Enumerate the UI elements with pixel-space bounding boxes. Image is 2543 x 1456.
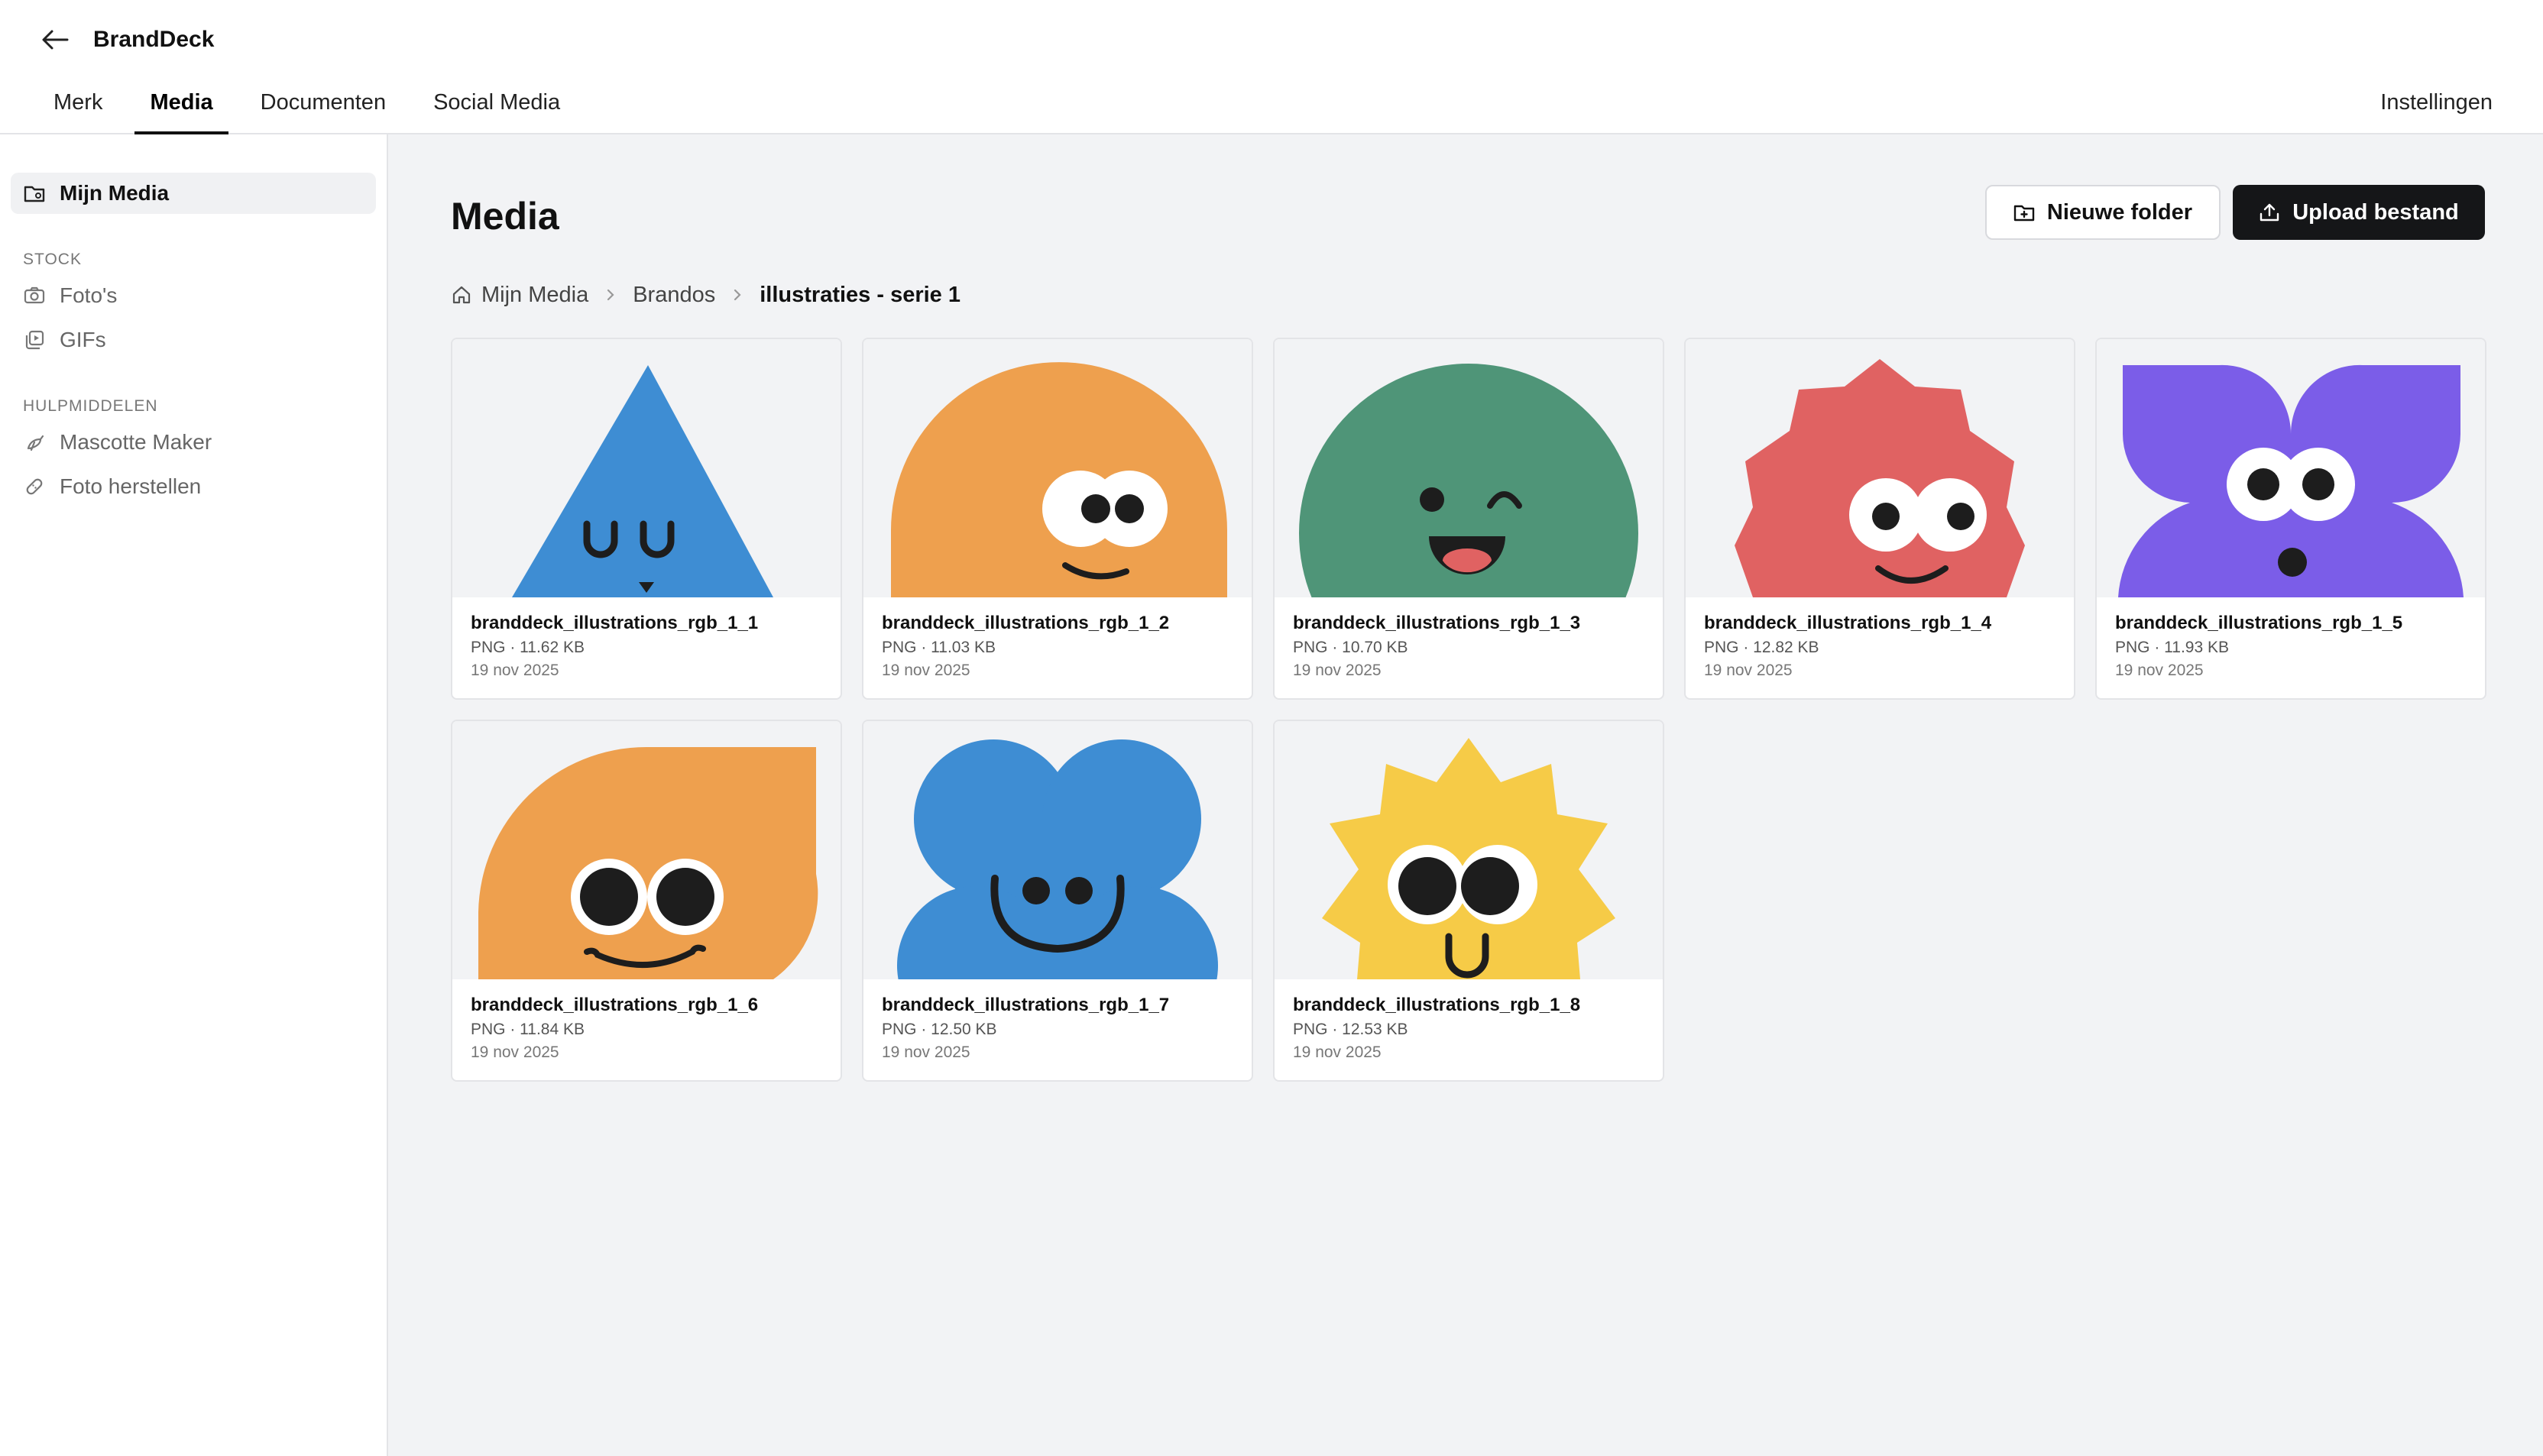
file-card[interactable]: branddeck_illustrations_rgb_1_4 PNG · 12…	[1684, 338, 2075, 700]
upload-label: Upload bestand	[2292, 199, 2459, 225]
file-meta: PNG · 11.93 KB	[2115, 639, 2230, 656]
file-card[interactable]: branddeck_illustrations_rgb_1_2 PNG · 11…	[862, 338, 1253, 700]
chevron-right-icon	[605, 287, 616, 303]
new-folder-button[interactable]: Nieuwe folder	[1985, 185, 2221, 240]
file-name: branddeck_illustrations_rgb_1_2	[882, 613, 1170, 633]
breadcrumb-current: illustraties - serie 1	[760, 282, 961, 307]
file-thumbnail	[452, 339, 841, 597]
upload-icon	[2259, 202, 2280, 222]
tab-documenten[interactable]: Documenten	[245, 86, 401, 134]
sidebar-section-stock: STOCK	[23, 251, 82, 268]
bandage-icon	[23, 475, 46, 498]
tab-merk[interactable]: Merk	[38, 86, 118, 134]
file-thumbnail	[2097, 339, 2485, 597]
file-card[interactable]: branddeck_illustrations_rgb_1_5 PNG · 11…	[2095, 338, 2486, 700]
file-date: 19 nov 2025	[471, 1043, 559, 1061]
file-thumbnail	[863, 721, 1252, 979]
camera-icon	[23, 284, 46, 307]
file-name: branddeck_illustrations_rgb_1_3	[1293, 613, 1581, 633]
sidebar-section-hulpmiddelen: HULPMIDDELEN	[23, 397, 158, 415]
sidebar-item-label: Foto herstellen	[60, 474, 202, 498]
settings-link[interactable]: Instellingen	[2380, 86, 2493, 119]
file-card[interactable]: branddeck_illustrations_rgb_1_8 PNG · 12…	[1273, 720, 1664, 1082]
page-title: Media	[451, 195, 559, 238]
sidebar-item-gifs[interactable]: GIFs	[11, 319, 376, 361]
upload-button[interactable]: Upload bestand	[2233, 185, 2485, 240]
breadcrumb: Mijn Media Brandos illustraties - serie …	[451, 278, 961, 312]
file-meta: PNG · 12.53 KB	[1293, 1021, 1408, 1038]
file-card[interactable]: branddeck_illustrations_rgb_1_3 PNG · 10…	[1273, 338, 1664, 700]
breadcrumb-brandos[interactable]: Brandos	[633, 283, 715, 308]
app-title: BrandDeck	[93, 27, 215, 52]
file-meta: PNG · 11.84 KB	[471, 1021, 585, 1038]
arrow-left-icon[interactable]	[38, 23, 72, 57]
file-name: branddeck_illustrations_rgb_1_8	[1293, 995, 1581, 1015]
sidebar-item-mascotte-maker[interactable]: Mascotte Maker	[11, 422, 376, 463]
tab-social-media[interactable]: Social Media	[418, 86, 575, 134]
file-thumbnail	[1686, 339, 2074, 597]
file-date: 19 nov 2025	[471, 662, 559, 679]
file-thumbnail	[452, 721, 841, 979]
folder-icon	[23, 182, 46, 205]
mascot-shape	[512, 365, 773, 597]
file-meta: PNG · 12.50 KB	[882, 1021, 997, 1038]
mascot-shape	[897, 739, 1218, 979]
home-icon[interactable]	[451, 284, 472, 306]
file-card[interactable]: branddeck_illustrations_rgb_1_1 PNG · 11…	[451, 338, 842, 700]
mascot-shape	[1735, 359, 2025, 597]
file-thumbnail	[1275, 339, 1663, 597]
file-name: branddeck_illustrations_rgb_1_7	[882, 995, 1170, 1015]
file-card[interactable]: branddeck_illustrations_rgb_1_7 PNG · 12…	[862, 720, 1253, 1082]
bird-icon	[23, 431, 46, 454]
file-date: 19 nov 2025	[2115, 662, 2204, 679]
file-date: 19 nov 2025	[882, 662, 970, 679]
sidebar-item-mijn-media[interactable]: Mijn Media	[11, 173, 376, 214]
file-date: 19 nov 2025	[1704, 662, 1793, 679]
file-date: 19 nov 2025	[1293, 662, 1382, 679]
main-tabs: Merk Media Documenten Social Media	[38, 86, 575, 134]
file-thumbnail	[1275, 721, 1663, 979]
file-card[interactable]: branddeck_illustrations_rgb_1_6 PNG · 11…	[451, 720, 842, 1082]
file-meta: PNG · 11.03 KB	[882, 639, 996, 656]
file-date: 19 nov 2025	[882, 1043, 970, 1061]
sidebar-item-label: Foto's	[60, 283, 118, 307]
sidebar-item-foto-herstellen[interactable]: Foto herstellen	[11, 466, 376, 507]
file-name: branddeck_illustrations_rgb_1_4	[1704, 613, 1992, 633]
chevron-right-icon	[732, 287, 743, 303]
file-name: branddeck_illustrations_rgb_1_5	[2115, 613, 2403, 633]
file-name: branddeck_illustrations_rgb_1_1	[471, 613, 759, 633]
folder-plus-icon	[2013, 203, 2035, 222]
sidebar-item-label: GIFs	[60, 328, 106, 351]
sidebar-item-label: Mascotte Maker	[60, 430, 212, 454]
file-meta: PNG · 12.82 KB	[1704, 639, 1819, 656]
mascot-shape	[478, 747, 818, 979]
sidebar-item-fotos[interactable]: Foto's	[11, 275, 376, 316]
sidebar-item-label: Mijn Media	[60, 181, 170, 205]
new-folder-label: Nieuwe folder	[2046, 199, 2193, 225]
gif-icon	[23, 328, 46, 351]
file-date: 19 nov 2025	[1293, 1043, 1382, 1061]
tab-media[interactable]: Media	[134, 86, 228, 134]
top-bar: BrandDeck Merk Media Documenten Social M…	[0, 0, 2543, 134]
file-meta: PNG · 10.70 KB	[1293, 639, 1408, 656]
file-name: branddeck_illustrations_rgb_1_6	[471, 995, 759, 1015]
sidebar: Mijn Media STOCK Foto's GIFs HULPMIDDELE…	[0, 134, 388, 1456]
breadcrumb-mijn-media[interactable]: Mijn Media	[481, 283, 588, 308]
file-meta: PNG · 11.62 KB	[471, 639, 585, 656]
file-thumbnail	[863, 339, 1252, 597]
